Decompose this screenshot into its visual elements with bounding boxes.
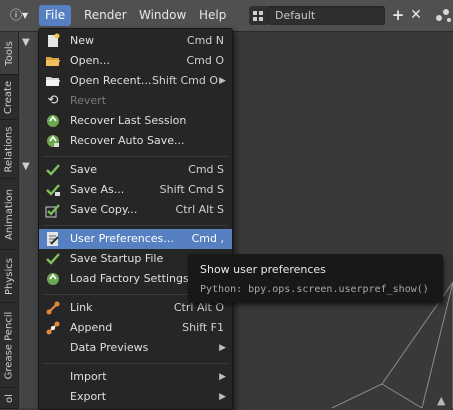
save-startup-icon bbox=[45, 251, 61, 267]
tab-tool[interactable]: ol bbox=[0, 388, 18, 409]
tab-tools[interactable]: Tools bbox=[0, 32, 18, 75]
submenu-arrow-icon: ▶ bbox=[219, 76, 226, 86]
tooltip: Show user preferences Python: bpy.ops.sc… bbox=[188, 254, 443, 303]
screen-layout-browse-button[interactable] bbox=[249, 6, 268, 25]
file-menu-dropdown: New Cmd N Open... Cmd O Open Recent... Shif… bbox=[38, 28, 233, 410]
menu-item-data-previews[interactable]: Data Previews ▶ bbox=[39, 338, 232, 358]
screen-layout-value: Default bbox=[275, 9, 316, 22]
recover-auto-icon bbox=[45, 133, 61, 149]
tab-grease-pencil[interactable]: Grease Pencil bbox=[0, 303, 18, 388]
camera-wireframe: ▲ bbox=[331, 281, 453, 408]
save-as-icon bbox=[45, 182, 61, 198]
menu-render[interactable]: Render bbox=[78, 5, 133, 26]
load-factory-icon bbox=[45, 271, 61, 287]
open-recent-icon bbox=[45, 73, 61, 89]
link-icon bbox=[45, 300, 61, 316]
open-folder-icon bbox=[45, 53, 61, 69]
menu-item-new[interactable]: New Cmd N bbox=[39, 31, 232, 51]
tab-create[interactable]: Create bbox=[0, 75, 18, 120]
submenu-arrow-icon: ▶ bbox=[219, 372, 226, 382]
revert-icon: ⟲ bbox=[47, 93, 59, 108]
plus-icon[interactable]: + bbox=[390, 5, 406, 25]
new-file-icon bbox=[45, 33, 61, 49]
submenu-arrow-icon: ▶ bbox=[219, 343, 226, 353]
menu-item-import[interactable]: Import ▶ bbox=[39, 367, 232, 387]
preferences-icon bbox=[45, 231, 61, 247]
menu-item-open-recent[interactable]: Open Recent... Shift Cmd O ▶ bbox=[39, 71, 232, 91]
scene-icon[interactable] bbox=[434, 5, 452, 25]
menu-item-recover-auto-save[interactable]: Recover Auto Save... bbox=[39, 131, 232, 151]
submenu-arrow-icon: ▶ bbox=[219, 392, 226, 402]
tab-physics[interactable]: Physics bbox=[0, 250, 18, 303]
recover-icon bbox=[45, 113, 61, 129]
tab-relations[interactable]: Relations bbox=[0, 120, 18, 179]
tool-shelf-tabs: Tools Create Relations Animation Physics… bbox=[0, 32, 19, 409]
axis-label: ▲ bbox=[437, 394, 446, 407]
menu-item-open[interactable]: Open... Cmd O bbox=[39, 51, 232, 71]
save-copy-icon bbox=[45, 202, 61, 218]
menu-item-save[interactable]: Save Cmd S bbox=[39, 160, 232, 180]
tooltip-python: Python: bpy.ops.screen.userpref_show() bbox=[200, 284, 429, 295]
menu-item-save-copy[interactable]: Save Copy... Ctrl Alt S bbox=[39, 200, 232, 220]
menu-item-save-as[interactable]: Save As... Shift Cmd S bbox=[39, 180, 232, 200]
menu-item-revert: ⟲ Revert bbox=[39, 91, 232, 111]
menu-item-recover-last-session[interactable]: Recover Last Session bbox=[39, 111, 232, 131]
menu-file[interactable]: File bbox=[39, 5, 72, 26]
tooltip-title: Show user preferences bbox=[200, 263, 326, 276]
close-icon[interactable]: ✕ bbox=[408, 5, 424, 25]
info-editor-icon[interactable]: ⓘ▾ bbox=[7, 5, 31, 25]
menu-separator bbox=[43, 225, 228, 226]
menu-window[interactable]: Window bbox=[133, 5, 192, 26]
menu-help[interactable]: Help bbox=[193, 5, 232, 26]
checkmark-icon bbox=[45, 162, 61, 178]
3d-viewport[interactable]: ▲ bbox=[232, 32, 453, 408]
screen-layout-field[interactable]: Default bbox=[267, 6, 385, 25]
menu-item-user-preferences[interactable]: User Preferences... Cmd , bbox=[39, 229, 232, 249]
menu-separator bbox=[43, 363, 228, 364]
menu-item-export[interactable]: Export ▶ bbox=[39, 387, 232, 407]
layout-grid-icon bbox=[253, 11, 263, 21]
menu-separator bbox=[43, 156, 228, 157]
append-icon bbox=[45, 320, 61, 336]
tab-animation[interactable]: Animation bbox=[0, 179, 18, 250]
menu-item-append[interactable]: Append Shift F1 bbox=[39, 318, 232, 338]
